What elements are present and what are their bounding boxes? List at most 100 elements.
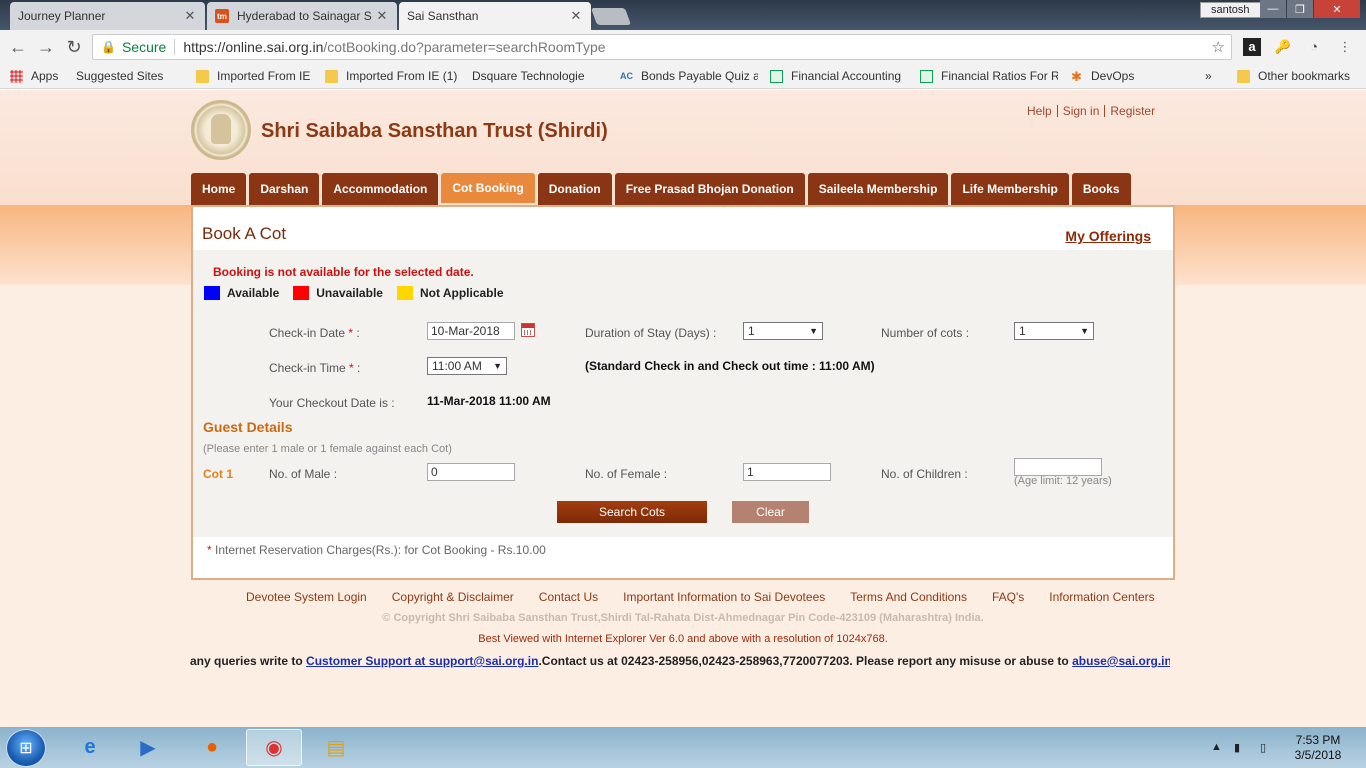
maximize-icon[interactable]: ❐	[1287, 0, 1313, 18]
tab-title: Sai Sansthan	[407, 9, 479, 23]
close-icon[interactable]: ✕	[375, 8, 389, 24]
footer-contact-us[interactable]: Contact Us	[539, 590, 598, 604]
bookmark-financial-accounting[interactable]: Financial Accounting	[770, 68, 906, 84]
sign-in-link[interactable]: Sign in	[1058, 105, 1106, 117]
female-count-input[interactable]: 1	[743, 463, 831, 481]
start-button[interactable]: ⊞	[6, 729, 46, 767]
file-explorer-icon[interactable]: ▤	[308, 729, 364, 766]
search-cots-button[interactable]: Search Cots	[557, 501, 707, 523]
footer-important-information[interactable]: Important Information to Sai Devotees	[623, 590, 825, 604]
tab-hyderabad-sainagar[interactable]: tm Hyderabad to Sainagar S ✕	[207, 2, 397, 30]
duration-select[interactable]: 1 ▼	[743, 322, 823, 340]
chrome-icon[interactable]: ◉	[246, 729, 302, 766]
legend-label: Available	[227, 286, 280, 300]
checkin-date-input[interactable]: 10-Mar-2018	[427, 322, 515, 340]
male-label: No. of Male :	[269, 467, 338, 481]
lock-icon: 🔒	[101, 40, 116, 54]
system-clock[interactable]: 7:53 PM 3/5/2018	[1288, 733, 1348, 763]
media-player-icon[interactable]: ▶	[120, 729, 176, 766]
footer-terms[interactable]: Terms And Conditions	[850, 590, 967, 604]
back-arrow-icon[interactable]: ←	[8, 37, 28, 57]
checkin-time-select[interactable]: 11:00 AM ▼	[427, 357, 507, 375]
bookmark-bonds-quiz[interactable]: AC Bonds Payable Quiz a	[620, 68, 758, 84]
label-text: Check-in Time	[269, 361, 346, 375]
male-count-input[interactable]: 0	[427, 463, 515, 481]
reload-icon[interactable]: ↻	[64, 37, 84, 57]
key-extension-icon[interactable]: 🔑	[1274, 38, 1292, 56]
nav-accommodation[interactable]: Accommodation	[322, 173, 439, 205]
nav-life-membership[interactable]: Life Membership	[951, 173, 1069, 205]
taskbar: ⊞ e ▶ ● ◉ ▤ ▲ ▮ ▯ 7:53 PM 3/5/2018	[0, 727, 1366, 768]
nav-free-prasad-bhojan-donation[interactable]: Free Prasad Bhojan Donation	[614, 173, 805, 205]
tab-journey-planner[interactable]: Journey Planner ✕	[10, 2, 205, 106]
bookmark-imported-from-ie-1[interactable]: Imported From IE (1)	[325, 68, 457, 84]
register-link[interactable]: Register	[1105, 105, 1160, 117]
bookmarks-overflow[interactable]: »	[1205, 68, 1212, 84]
footer-information-centers[interactable]: Information Centers	[1049, 590, 1154, 604]
new-tab-button[interactable]	[590, 8, 632, 25]
battery-icon[interactable]: ▯	[1260, 741, 1266, 754]
nav-cot-booking[interactable]: Cot Booking	[441, 173, 535, 203]
amazon-extension-icon[interactable]: a	[1243, 38, 1261, 56]
abuse-email-link[interactable]: abuse@sai.org.in	[1072, 654, 1170, 668]
nav-darshan[interactable]: Darshan	[249, 173, 320, 205]
forward-arrow-icon[interactable]: →	[36, 37, 56, 57]
window-close-icon[interactable]: ✕	[1314, 0, 1360, 18]
main-nav: Home Darshan Accommodation Cot Booking D…	[191, 173, 1134, 205]
bookmark-devops[interactable]: ✱ DevOps	[1070, 68, 1134, 84]
address-bar[interactable]: 🔒 Secure https://online.sai.org.in/cotBo…	[92, 34, 1232, 60]
tray-chevron-up-icon[interactable]: ▲	[1211, 741, 1222, 753]
nav-books[interactable]: Books	[1071, 173, 1131, 205]
num-cots-select[interactable]: 1 ▼	[1014, 322, 1094, 340]
nav-home[interactable]: Home	[191, 173, 247, 205]
tm-icon: tm	[215, 9, 229, 23]
profile-button[interactable]: santosh	[1200, 2, 1261, 18]
tab-sai-sansthan[interactable]: Sai Sansthan ✕	[399, 2, 591, 106]
num-cots-label: Number of cots :	[881, 326, 970, 340]
close-icon[interactable]: ✕	[183, 8, 197, 24]
copyright-text: © Copyright Shri Saibaba Sansthan Trust,…	[382, 612, 984, 624]
url-host: https://online.sai.org.in	[183, 39, 324, 55]
required-mark: *	[207, 543, 212, 557]
footer-faqs[interactable]: FAQ's	[992, 590, 1024, 604]
queries-prefix: any queries write to	[190, 654, 303, 668]
secure-label: Secure	[121, 39, 167, 55]
bookmark-imported-from-ie[interactable]: Imported From IE	[196, 68, 310, 84]
children-count-input[interactable]	[1014, 458, 1102, 476]
bookmark-financial-ratios[interactable]: Financial Ratios For R	[920, 68, 1058, 84]
label-colon: :	[353, 361, 361, 375]
bookmark-suggested-sites[interactable]: Suggested Sites	[76, 68, 163, 171]
help-link[interactable]: Help	[1027, 105, 1058, 117]
bookmark-star-icon[interactable]: ☆	[1212, 38, 1225, 56]
tab-strip: Journey Planner ✕ tm Hyderabad to Sainag…	[0, 0, 1366, 106]
nav-donation[interactable]: Donation	[537, 173, 612, 205]
folder-icon	[1237, 69, 1250, 83]
footer-links: Devotee System Login Copyright & Disclai…	[246, 590, 1180, 604]
booking-form: Booking is not available for the selecte…	[193, 250, 1173, 537]
bookmark-apps[interactable]: Apps	[10, 68, 58, 84]
tab-title: Journey Planner	[18, 9, 106, 23]
footer-copyright-disclaimer[interactable]: Copyright & Disclaimer	[392, 590, 514, 604]
bookmark-label: DevOps	[1091, 69, 1135, 83]
customer-support-link[interactable]: Customer Support at support@sai.org.in	[306, 654, 538, 668]
cot-label: Cot 1	[203, 467, 233, 481]
bookmark-dsquare[interactable]: Dsquare Technologie	[472, 68, 608, 84]
calendar-icon[interactable]	[521, 323, 535, 337]
bookmark-other[interactable]: Other bookmarks	[1237, 68, 1350, 84]
clear-button[interactable]: Clear	[732, 501, 809, 523]
nav-saileela-membership[interactable]: Saileela Membership	[807, 173, 949, 205]
clock-time: 7:53 PM	[1295, 733, 1341, 747]
my-offerings-link[interactable]: My Offerings	[1065, 228, 1151, 244]
checkout-value: 11-Mar-2018 11:00 AM	[427, 394, 551, 408]
signal-icon[interactable]: ▮	[1234, 741, 1240, 754]
speed-extension-icon[interactable]: ◔	[1305, 38, 1323, 56]
firefox-icon[interactable]: ●	[184, 729, 240, 766]
reservation-charges: * Internet Reservation Charges(Rs.): for…	[207, 543, 546, 557]
close-icon[interactable]: ✕	[569, 8, 583, 24]
footer-devotee-login[interactable]: Devotee System Login	[246, 590, 367, 604]
sheet-icon	[770, 69, 783, 83]
internet-explorer-icon[interactable]: e	[62, 729, 118, 766]
apps-grid-icon	[10, 69, 23, 83]
menu-dots-icon[interactable]: ⋮	[1336, 38, 1354, 56]
minimize-icon[interactable]: —	[1260, 0, 1286, 18]
